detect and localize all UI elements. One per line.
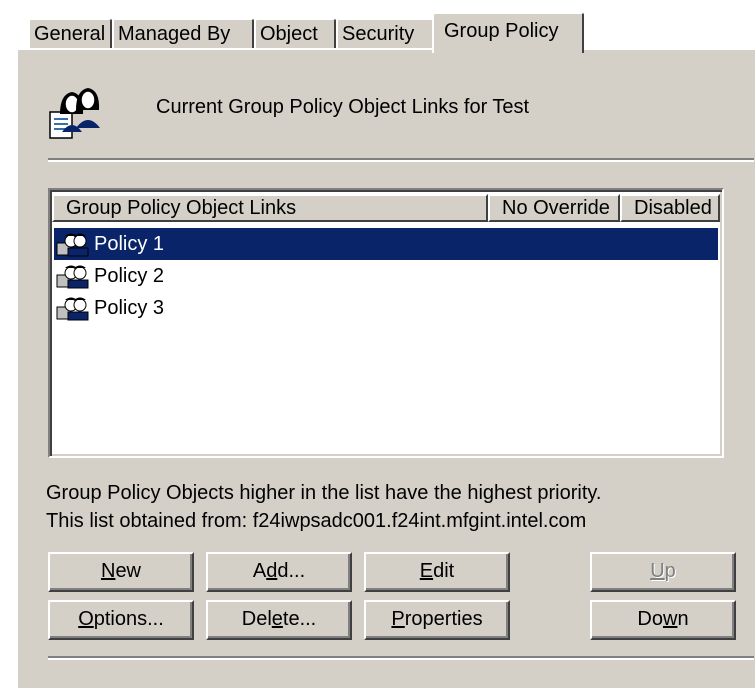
gpo-icon <box>56 297 90 331</box>
tab-general[interactable]: General <box>28 18 112 50</box>
priority-note: Group Policy Objects higher in the list … <box>46 482 602 504</box>
accelerator-key: N <box>100 560 116 582</box>
tab-label: Security <box>342 23 415 45</box>
down-button[interactable]: Down <box>590 600 736 640</box>
tab-label: Object <box>260 23 318 45</box>
column-label: Disabled <box>634 197 712 219</box>
source-domain-note: This list obtained from: f24iwpsadc001.f… <box>46 510 587 532</box>
edit-button[interactable]: Edit <box>364 552 510 592</box>
button-label-part: p <box>664 560 676 582</box>
accelerator-key: U <box>650 560 665 582</box>
button-label-part: ptions... <box>93 608 164 630</box>
accelerator-key: E <box>419 560 434 582</box>
separator <box>48 656 754 660</box>
options-button[interactable]: Options... <box>48 600 194 640</box>
button-label-part: d... <box>277 560 306 582</box>
tab-object[interactable]: Object <box>254 18 336 50</box>
gpo-links-list[interactable]: Group Policy Object Links No Override Di… <box>48 188 724 458</box>
new-button[interactable]: New <box>48 552 194 592</box>
accelerator-key: w <box>663 608 678 630</box>
list-item-label: Policy 2 <box>94 265 165 287</box>
column-label: Group Policy Object Links <box>66 197 297 219</box>
delete-button[interactable]: Delete... <box>206 600 352 640</box>
button-label-part: n <box>677 608 689 630</box>
group-policy-panel: Current Group Policy Object Links for Te… <box>16 48 755 688</box>
accelerator-key: P <box>391 608 405 630</box>
list-item-policy-3[interactable]: Policy 3 <box>54 292 718 324</box>
list-item-label: Policy 1 <box>94 233 165 255</box>
accelerator-key: O <box>78 608 94 630</box>
tab-group-policy[interactable]: Group Policy <box>432 12 584 53</box>
accelerator-key: d <box>266 560 278 582</box>
group-users-icon <box>48 82 108 148</box>
accelerator-key: e <box>271 608 283 630</box>
button-label-part: roperties <box>404 608 483 630</box>
button-label-part: te... <box>282 608 317 630</box>
up-button[interactable]: Up <box>590 552 736 592</box>
button-label-part: dit <box>433 560 455 582</box>
tab-label: Managed By <box>118 23 231 45</box>
button-label-part: Do <box>637 608 663 630</box>
tab-security[interactable]: Security <box>336 18 436 50</box>
tab-label: General <box>34 23 106 45</box>
header-title: Current Group Policy Object Links for Te… <box>156 96 530 118</box>
separator <box>48 158 754 162</box>
list-item-policy-1[interactable]: Policy 1 <box>54 228 718 260</box>
column-label: No Override <box>502 197 610 219</box>
button-label-part: A <box>252 560 267 582</box>
list-item-label: Policy 3 <box>94 297 165 319</box>
properties-button[interactable]: Properties <box>364 600 510 640</box>
list-item-policy-2[interactable]: Policy 2 <box>54 260 718 292</box>
button-label-part: ew <box>115 560 142 582</box>
column-header-disabled[interactable]: Disabled <box>620 194 720 222</box>
tab-label: Group Policy <box>444 20 559 42</box>
add-button[interactable]: Add... <box>206 552 352 592</box>
column-header-no-override[interactable]: No Override <box>488 194 620 222</box>
tab-managed-by[interactable]: Managed By <box>112 18 254 50</box>
button-label-part: Del <box>241 608 272 630</box>
column-header-links[interactable]: Group Policy Object Links <box>52 194 488 222</box>
